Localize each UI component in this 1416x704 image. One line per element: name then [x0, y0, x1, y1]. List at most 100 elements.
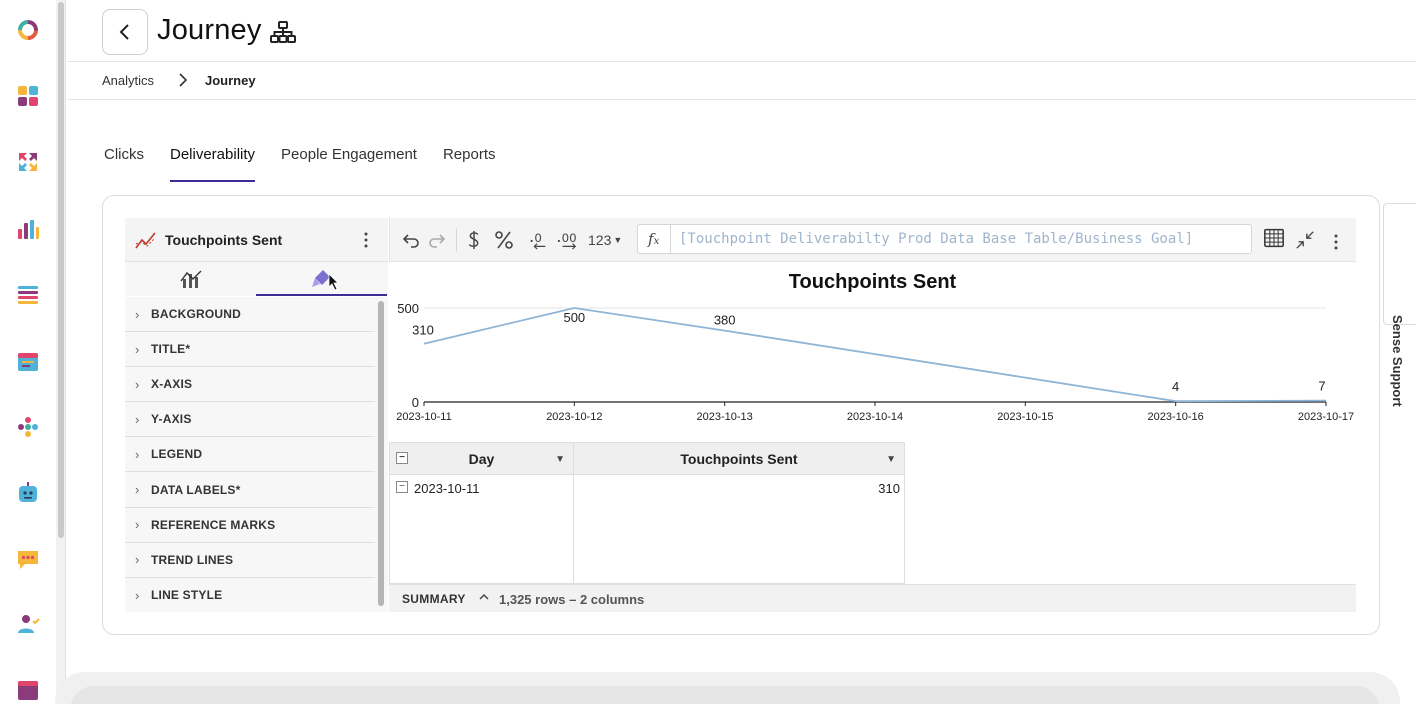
rail-scrollbar-thumb[interactable] — [58, 2, 64, 538]
increase-decimal-icon[interactable]: 00 — [556, 230, 580, 250]
collapse-row-icon[interactable]: − — [396, 481, 408, 493]
data-label: 380 — [714, 313, 736, 328]
section-trend-lines[interactable]: › TREND LINES — [125, 543, 375, 578]
x-tick-label: 2023-10-17 — [1298, 411, 1354, 423]
x-tick-label: 2023-10-14 — [847, 411, 903, 423]
sense-support-tab[interactable]: Sense Support — [1383, 203, 1416, 407]
cursor-pointer-icon — [328, 273, 339, 291]
chart-toolbar: 0 00 123 ▼ fx — [389, 218, 1356, 262]
section-background[interactable]: › BACKGROUND — [125, 297, 375, 333]
section-title[interactable]: › TITLE* — [125, 332, 375, 368]
table-header: − Day ▼ Touchpoints Sent ▼ — [390, 443, 904, 475]
caret-down-icon[interactable]: ▼ — [886, 454, 896, 465]
more-vertical-icon[interactable] — [363, 232, 369, 248]
panel-tab-chart-type[interactable] — [125, 262, 256, 296]
user-check-icon[interactable] — [16, 612, 40, 636]
section-y-axis[interactable]: › Y-AXIS — [125, 402, 375, 438]
y-tick-label: 0 — [412, 395, 419, 410]
robot-icon[interactable] — [16, 481, 40, 505]
column-header-day[interactable]: − Day ▼ — [390, 443, 573, 475]
breadcrumb-analytics[interactable]: Analytics — [102, 73, 154, 88]
caret-down-icon: ▼ — [613, 235, 623, 245]
sense-support-label: Sense Support — [1390, 315, 1405, 407]
list-icon[interactable] — [16, 283, 40, 307]
formula-divider — [670, 225, 671, 253]
column-header-label: Touchpoints Sent — [680, 451, 798, 467]
cell-value: 310 — [878, 481, 900, 496]
chevron-left-icon — [119, 24, 129, 40]
panel-tab-format[interactable] — [256, 262, 387, 296]
next-card-inner — [70, 686, 1380, 704]
bar-chart-icon[interactable] — [16, 217, 40, 241]
chevron-up-icon[interactable] — [478, 591, 490, 603]
panel-scrollbar[interactable] — [375, 297, 388, 612]
logo-ring-icon[interactable] — [16, 18, 40, 42]
data-table: − Day ▼ Touchpoints Sent ▼ − 2023-10-11 … — [389, 442, 905, 584]
undo-icon[interactable] — [402, 230, 420, 250]
more-vertical-icon[interactable] — [1333, 232, 1339, 252]
collapse-all-icon[interactable]: − — [396, 452, 408, 464]
data-label: 4 — [1172, 379, 1179, 394]
section-reference-marks[interactable]: › REFERENCE MARKS — [125, 508, 375, 543]
arrows-icon[interactable] — [16, 150, 40, 174]
tab-deliverability[interactable]: Deliverability — [170, 146, 256, 182]
column-header-touchpoints-sent[interactable]: Touchpoints Sent ▼ — [574, 443, 904, 475]
calendar-icon[interactable] — [16, 349, 40, 373]
tab-bar: Clicks Deliverability People Engagement … — [104, 146, 522, 182]
decrease-decimal-icon[interactable]: 0 — [528, 230, 548, 250]
collapse-icon[interactable] — [1294, 230, 1316, 250]
x-tick-label: 2023-10-13 — [697, 411, 753, 423]
format-sections: › BACKGROUND › TITLE* › X-AXIS › Y-AXIS › LEG… — [125, 297, 375, 612]
redo-icon[interactable] — [428, 230, 446, 250]
x-tick-label: 2023-10-11 — [396, 411, 451, 423]
toolbar-divider — [456, 228, 457, 252]
breadcrumb: Analytics Journey — [67, 62, 1416, 100]
panel-tabs — [125, 262, 388, 296]
chat-bubble-icon[interactable] — [16, 547, 40, 571]
tab-people-engagement[interactable]: People Engagement — [281, 146, 417, 182]
hierarchy-icon[interactable] — [270, 21, 296, 43]
nav-rail — [0, 0, 56, 704]
line-chart: Touchpoints Sent 0 500 2023-10-11 2023-10-12… — [396, 271, 1354, 423]
table-row[interactable]: − 2023-10-11 310 — [390, 476, 904, 502]
window-icon[interactable] — [16, 678, 40, 702]
x-tick-label: 2023-10-15 — [997, 411, 1053, 423]
section-legend[interactable]: › LEGEND — [125, 437, 375, 473]
summary-label[interactable]: SUMMARY — [402, 592, 466, 606]
data-label: 310 — [412, 323, 434, 338]
panel-title: Touchpoints Sent — [165, 232, 283, 248]
summary-info: 1,325 rows – 2 columns — [499, 592, 645, 607]
tab-clicks[interactable]: Clicks — [104, 146, 144, 182]
section-label: BACKGROUND — [151, 307, 241, 322]
table-view-icon[interactable] — [1262, 228, 1286, 248]
section-data-labels[interactable]: › DATA LABELS* — [125, 472, 375, 508]
rail-scrollbar[interactable] — [56, 0, 66, 704]
panel-scrollbar-thumb[interactable] — [378, 301, 384, 606]
tab-reports[interactable]: Reports — [443, 146, 496, 182]
section-line-style[interactable]: › LINE STYLE — [125, 578, 375, 613]
breadcrumb-journey: Journey — [205, 73, 256, 88]
currency-icon[interactable] — [467, 230, 481, 250]
caret-down-icon[interactable]: ▼ — [555, 454, 565, 465]
chart-type-icon — [179, 270, 201, 288]
number-format-select[interactable]: 123 ▼ — [588, 230, 622, 250]
section-label: X-AXIS — [151, 377, 193, 392]
section-label: DATA LABELS* — [151, 482, 241, 497]
section-label: LEGEND — [151, 447, 203, 462]
series-line — [423, 307, 1327, 403]
x-tick-label: 2023-10-12 — [546, 411, 602, 423]
back-button[interactable] — [102, 9, 148, 55]
formula-input[interactable] — [679, 231, 1244, 247]
column-header-label: Day — [468, 451, 495, 467]
percent-icon[interactable] — [494, 230, 514, 250]
section-x-axis[interactable]: › X-AXIS — [125, 367, 375, 403]
page-title: Journey — [157, 14, 262, 46]
svg-text:0: 0 — [534, 231, 542, 245]
y-tick-label: 500 — [397, 301, 419, 316]
dashboard-grid-icon[interactable] — [16, 84, 40, 108]
chevron-right-icon — [179, 73, 188, 87]
people-network-icon[interactable] — [16, 415, 40, 439]
section-label: REFERENCE MARKS — [151, 517, 276, 532]
formula-bar[interactable]: fx — [637, 224, 1252, 254]
x-tick-label: 2023-10-16 — [1148, 411, 1204, 423]
